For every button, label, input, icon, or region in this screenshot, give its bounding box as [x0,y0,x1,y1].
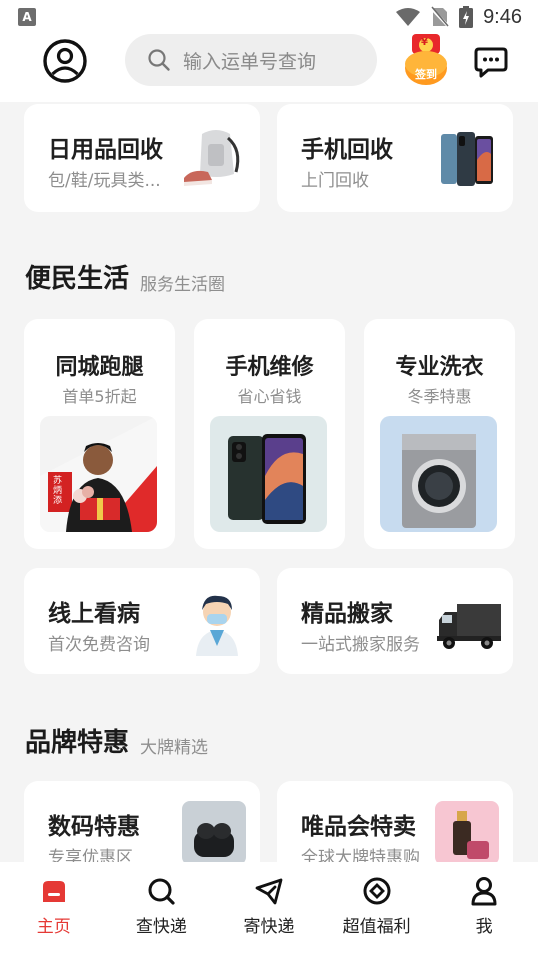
search-icon [148,878,175,905]
phone-repair-card[interactable]: 手机维修 省心省钱 [194,319,345,549]
card-title: 精品搬家 [301,601,393,627]
perfume-image [435,801,499,865]
header: 输入运单号查询 ¥ 签到 [0,34,538,102]
card-subtitle: 冬季特惠 [407,387,472,406]
errand-service-card[interactable]: 同城跑腿 首单5折起 苏炳添 [24,319,175,549]
nav-label: 我 [475,917,493,937]
card-subtitle: 包/鞋/玩具类... [48,171,161,191]
nav-label: 超值福利 [342,917,411,937]
signin-label: 签到 [415,68,437,81]
card-subtitle: 省心省钱 [237,387,302,406]
doctor-image [196,595,238,656]
tracking-search-bar[interactable]: 输入运单号查询 [125,34,377,86]
moving-truck-image [437,604,501,649]
ambassador-name: 苏炳添 [53,476,63,506]
card-title: 手机回收 [301,137,393,163]
phone-recycle-card[interactable]: 手机回收 上门回收 [277,104,513,212]
status-bar: A 9:46 [0,0,538,34]
message-button[interactable] [474,46,508,78]
phone-repair-image [210,416,327,532]
card-subtitle: 一站式搬家服务 [301,635,420,655]
nav-home[interactable]: 主页 [0,862,108,956]
card-title: 数码特惠 [48,814,140,840]
bottom-navigation: 主页 查快递 寄快递 超值福利 我 [0,862,538,956]
chat-bubble-icon [474,47,508,78]
nav-me[interactable]: 我 [430,862,538,956]
brand-section-subtitle: 大牌精选 [140,738,208,758]
washing-machine-image [380,416,497,532]
app-notification-icon: A [18,8,36,26]
no-sim-icon [431,6,450,28]
target-icon [363,877,391,905]
signin-coin-symbol: ¥ [421,37,428,48]
card-title: 线上看病 [48,601,140,627]
search-placeholder: 输入运单号查询 [183,50,317,73]
nav-label: 寄快递 [243,917,295,937]
profile-icon [43,39,87,83]
wifi-icon [396,8,421,26]
profile-button[interactable] [42,38,88,84]
card-title: 同城跑腿 [55,355,144,380]
card-title: 唯品会特卖 [301,814,416,840]
battery-charging-icon [459,6,474,28]
card-subtitle: 首次免费咨询 [48,635,150,655]
nav-send[interactable]: 寄快递 [215,862,323,956]
nav-label: 主页 [36,917,71,937]
moving-service-card[interactable]: 精品搬家 一站式搬家服务 [277,568,513,674]
laundry-card[interactable]: 专业洗衣 冬季特惠 [364,319,515,549]
card-title: 日用品回收 [48,137,163,163]
send-icon [255,878,283,905]
online-doctor-card[interactable]: 线上看病 首次免费咨询 [24,568,260,674]
nav-benefits[interactable]: 超值福利 [323,862,431,956]
phones-image [441,132,493,186]
daily-goods-recycle-card[interactable]: 日用品回收 包/鞋/玩具类... [24,104,260,212]
home-icon [42,881,65,902]
brand-section-title: 品牌特惠 [25,728,130,758]
convenience-section-title: 便民生活 [25,264,130,294]
user-icon [471,877,497,906]
daily-signin-button[interactable]: ¥ 签到 [404,34,448,86]
nav-label: 查快递 [135,917,187,937]
card-subtitle: 上门回收 [301,171,369,191]
card-title: 手机维修 [225,355,314,380]
card-subtitle: 首单5折起 [62,387,137,406]
search-icon [148,49,170,71]
backpack-shoes-image [184,130,240,186]
nav-track[interactable]: 查快递 [108,862,216,956]
courier-person-image: 苏炳添 [40,416,157,532]
convenience-section-subtitle: 服务生活圈 [140,275,225,295]
card-title: 专业洗衣 [395,355,484,380]
earbuds-image [182,801,246,865]
status-time: 9:46 [483,5,522,28]
